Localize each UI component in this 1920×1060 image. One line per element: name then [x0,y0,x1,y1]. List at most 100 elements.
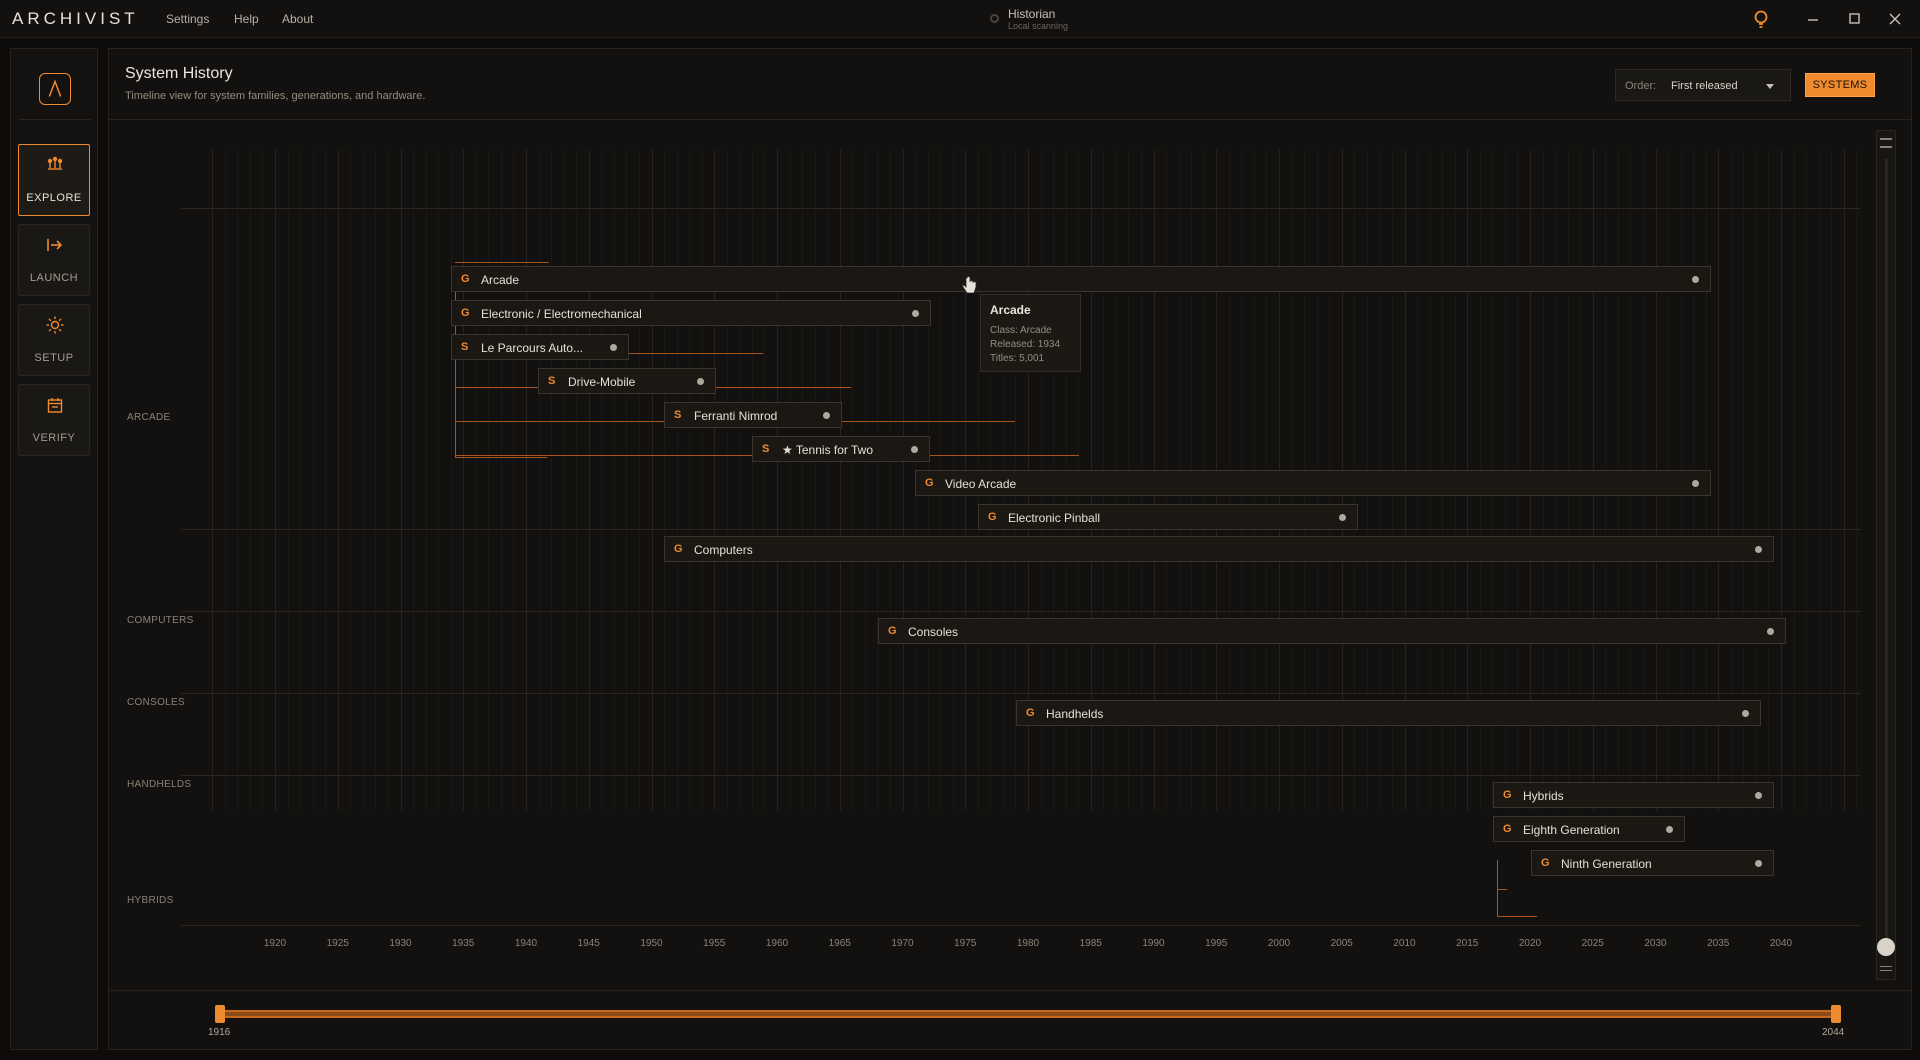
menu-help[interactable]: Help [234,12,259,26]
grid-line [337,150,339,810]
axis-year-label: 1985 [1079,938,1102,949]
menu-about[interactable]: About [282,12,313,26]
grid-line [777,150,778,810]
system-badge: S [548,375,556,387]
lightbulb-icon[interactable] [1750,8,1772,30]
equals-icon[interactable] [1880,966,1892,971]
group-label-computers: COMPUTERS [127,615,194,626]
end-dot-icon [1692,480,1699,487]
nav-launch[interactable]: LAUNCH [18,224,90,296]
systems-button[interactable]: SYSTEMS [1805,73,1875,97]
grid-line [526,150,527,810]
bar-label: Eighth Generation [1523,823,1620,837]
end-dot-icon [1755,792,1762,799]
timeline-bar-video-arcade[interactable]: G Video Arcade [915,470,1711,496]
timeline-bar-computers[interactable]: G Computers [664,536,1774,562]
end-dot-icon [1742,710,1749,717]
grid-line [676,150,678,810]
timeline-bar-tennis-for-two[interactable]: S ★ Tennis for Two [752,436,930,462]
zoom-knob[interactable] [1877,938,1895,956]
timeline-bar-handhelds[interactable]: G Handhelds [1016,700,1761,726]
range-start-label: 1916 [208,1027,231,1038]
nav-verify[interactable]: VERIFY [18,384,90,456]
launch-icon [47,239,63,251]
bar-label: Video Arcade [945,477,1017,491]
system-badge: S [762,443,770,455]
axis-year-label: 2035 [1707,938,1730,949]
range-end-label: 2044 [1822,1027,1845,1038]
nav-label: SETUP [34,352,74,364]
close-icon[interactable] [1884,8,1906,30]
grid-line [325,150,327,810]
status-subtitle: Local scanning [1008,21,1069,31]
year-range-track[interactable] [220,1010,1836,1018]
end-dot-icon [1692,276,1699,283]
grid-line [1768,150,1770,810]
order-select[interactable]: Order: First released [1615,69,1791,101]
bar-label: Hybrids [1523,789,1564,803]
system-badge: S [461,341,469,353]
nav-label: VERIFY [32,432,76,444]
grid-line [701,150,703,810]
timeline-bar-hybrids[interactable]: G Hybrids [1493,782,1774,808]
bar-label: Electronic Pinball [1008,511,1101,525]
timeline-bar-electronic-pinball[interactable]: G Electronic Pinball [978,504,1358,530]
order-label: Order: [1625,80,1657,92]
timeline-bar-arcade[interactable]: G Arcade [451,266,1711,292]
bar-label: Arcade [481,273,520,287]
vertical-zoom-rail[interactable] [1876,130,1896,980]
axis-year-label: 1950 [640,938,663,949]
grid-line [1843,150,1845,810]
group-label-arcade: ARCADE [127,412,171,423]
grid-line [1818,150,1820,810]
grid-line [513,150,515,810]
grid-line [714,150,716,810]
axis-year-label: 1940 [514,938,538,949]
grid-line [664,150,666,810]
timeline-bar-ferranti-nimrod[interactable]: S Ferranti Nimrod [664,402,842,428]
maximize-icon[interactable] [1843,8,1865,30]
bar-label: Ferranti Nimrod [694,409,778,423]
timeline-bar-drive-mobile[interactable]: S Drive-Mobile [538,368,716,394]
timeline-bar-eighth-generation[interactable]: G Eighth Generation [1493,816,1685,842]
grid-line [475,150,477,810]
range-end-handle[interactable] [1831,1005,1841,1023]
chevron-down-icon [1766,84,1774,89]
timeline-bar-electronic[interactable]: G Electronic / Electromechanical [451,300,931,326]
group-separator [181,611,1861,612]
nav-setup[interactable]: SETUP [18,304,90,376]
grid-line [877,150,879,810]
end-dot-icon [697,378,704,385]
grid-line [1806,150,1808,810]
axis-year-label: 2030 [1644,938,1667,949]
minimize-icon[interactable] [1802,8,1824,30]
timeline-area[interactable]: ARCADE COMPUTERS CONSOLES HANDHELDS HYBR… [109,120,1913,990]
app-mark-icon [39,73,71,105]
timeline-bar-consoles[interactable]: G Consoles [878,618,1786,644]
grid-line [287,150,289,810]
tooltip-titles: Titles: 5,001 [990,353,1045,364]
axis-year-label: 1935 [452,938,475,949]
axis-year-label: 2015 [1456,938,1479,949]
nav-explore[interactable]: EXPLORE [18,144,90,216]
menu-settings[interactable]: Settings [166,12,209,26]
grid-line [626,150,628,810]
timeline-bar-ninth-generation[interactable]: G Ninth Generation [1531,850,1774,876]
grid-line [802,150,804,810]
axis-year-label: 1945 [577,938,600,949]
group-separator [181,693,1861,694]
axis-year-label: 1995 [1205,938,1228,949]
grid-line [488,150,490,810]
grid-line [827,150,829,810]
timeline-bar-le-parcours[interactable]: S Le Parcours Auto... [451,334,629,360]
grid-line [689,150,691,810]
axis-year-label: 1925 [326,938,349,949]
grid-line [425,150,427,810]
page-subtitle: Timeline view for system families, gener… [125,90,426,102]
bar-label: Ninth Generation [1561,857,1652,871]
bar-label: Electronic / Electromechanical [481,307,642,321]
group-badge: G [988,511,997,523]
range-divider [108,990,1912,991]
menu-lines-icon[interactable] [1880,138,1892,148]
range-start-handle[interactable] [215,1005,225,1023]
